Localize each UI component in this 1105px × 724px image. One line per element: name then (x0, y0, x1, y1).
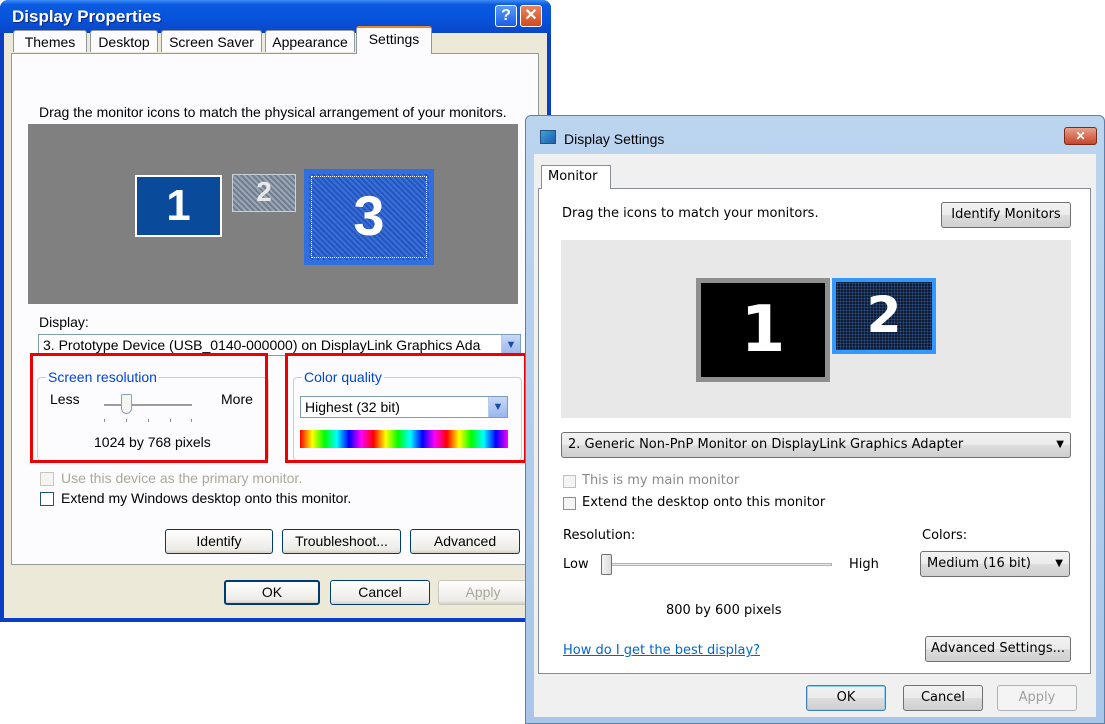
primary-monitor-label: Use this device as the primary monitor. (61, 470, 303, 486)
extend-desktop-label: Extend the desktop onto this monitor (582, 495, 826, 510)
apply-button[interactable]: Apply (997, 685, 1077, 711)
display-label: Display: (39, 314, 89, 330)
chevron-down-icon[interactable]: ▼ (1055, 552, 1063, 576)
cancel-button[interactable]: Cancel (903, 685, 983, 711)
help-button[interactable]: ? (495, 5, 517, 27)
resolution-value: 800 by 600 pixels (666, 603, 782, 618)
ok-button[interactable]: OK (224, 580, 320, 605)
tab-themes[interactable]: Themes (13, 30, 87, 52)
ok-button[interactable]: OK (806, 685, 886, 711)
main-monitor-label: This is my main monitor (582, 473, 740, 488)
best-display-help-link[interactable]: How do I get the best display? (563, 643, 760, 658)
extend-desktop-checkbox[interactable] (563, 497, 576, 510)
display-select-value: 3. Prototype Device (USB_0140-000000) on… (43, 337, 481, 353)
apply-button[interactable]: Apply (438, 580, 528, 605)
primary-monitor-checkbox[interactable] (40, 472, 54, 486)
identify-monitors-button[interactable]: Identify Monitors (941, 202, 1071, 228)
resolution-slider-thumb[interactable] (601, 554, 612, 575)
display-select-value: 2. Generic Non-PnP Monitor on DisplayLin… (568, 437, 964, 452)
troubleshoot-button[interactable]: Troubleshoot... (282, 529, 401, 554)
display-select[interactable]: 2. Generic Non-PnP Monitor on DisplayLin… (561, 432, 1071, 458)
colors-select-value: Medium (16 bit) (927, 556, 1031, 571)
title-bar[interactable]: Display Properties ? ✕ (0, 0, 551, 33)
monitor-arrangement: 1 2 3 (28, 124, 518, 304)
monitor-1-icon[interactable]: 1 (696, 278, 830, 382)
colors-label: Colors: (922, 528, 968, 543)
monitor-1-icon[interactable]: 1 (135, 175, 222, 237)
instruction-text: Drag the icons to match your monitors. (562, 206, 819, 221)
main-monitor-checkbox[interactable] (563, 475, 576, 488)
extend-desktop-label: Extend my Windows desktop onto this moni… (61, 490, 352, 506)
resolution-low-label: Low (563, 557, 589, 572)
highlight-box (285, 353, 527, 463)
extend-desktop-checkbox[interactable] (40, 492, 54, 506)
cancel-button[interactable]: Cancel (330, 580, 430, 605)
instruction-text: Drag the monitor icons to match the phys… (39, 104, 507, 120)
advanced-button[interactable]: Advanced (410, 529, 520, 554)
resolution-slider-track[interactable] (602, 563, 832, 566)
chevron-down-icon[interactable]: ▼ (501, 335, 520, 355)
window-title: Display Properties (12, 7, 162, 26)
resolution-high-label: High (849, 557, 879, 572)
resolution-label: Resolution: (563, 528, 636, 543)
monitor-arrangement: 1 2 (561, 240, 1071, 418)
tab-desktop[interactable]: Desktop (90, 30, 158, 52)
tab-settings[interactable]: Settings (356, 26, 432, 54)
close-button[interactable]: ✕ (520, 5, 542, 27)
chevron-down-icon[interactable]: ▼ (1056, 433, 1064, 457)
window-title: Display Settings (564, 131, 665, 147)
display-icon (540, 130, 556, 144)
highlight-box (30, 353, 268, 463)
advanced-settings-button[interactable]: Advanced Settings... (925, 636, 1071, 662)
colors-select[interactable]: Medium (16 bit) ▼ (920, 551, 1070, 577)
tab-appearance[interactable]: Appearance (265, 30, 355, 52)
monitor-2-icon[interactable]: 2 (832, 278, 936, 354)
close-button[interactable]: ✕ (1064, 127, 1097, 145)
monitor-3-icon[interactable]: 3 (304, 169, 434, 265)
identify-button[interactable]: Identify (165, 529, 273, 554)
monitor-2-icon[interactable]: 2 (232, 174, 296, 212)
tab-monitor[interactable]: Monitor (541, 165, 611, 189)
tab-screen-saver[interactable]: Screen Saver (161, 30, 262, 52)
